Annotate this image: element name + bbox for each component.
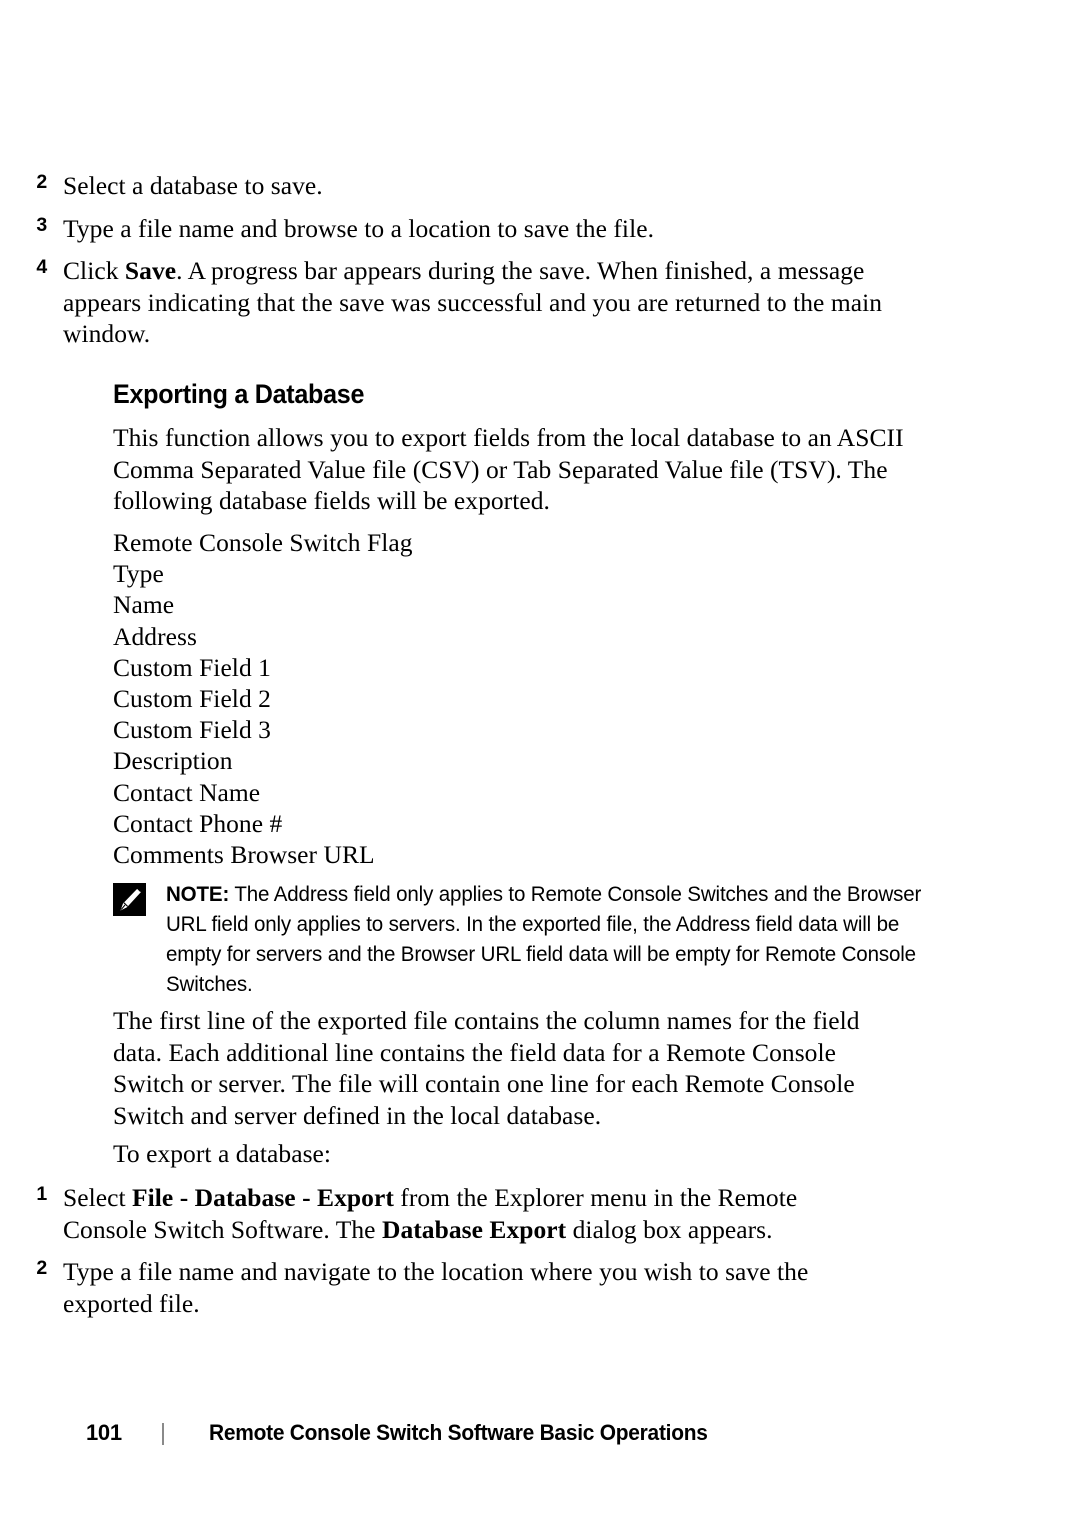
step-text-bold: Save xyxy=(124,256,177,285)
step-text-after: . A progress bar appears during the save… xyxy=(63,256,883,348)
step-text-after: dialog box appears. xyxy=(566,1214,773,1244)
step-number: 4 xyxy=(36,256,47,278)
export-steps-section: 1 Select File - Database - Export from t… xyxy=(0,1182,1080,1330)
footer-divider xyxy=(162,1423,164,1445)
note-callout: NOTE: The Address field only applies to … xyxy=(103,879,966,999)
save-steps-section: 2 Select a database to save. 3 Type a fi… xyxy=(0,170,1080,361)
export-lead-in: To export a database: xyxy=(113,1139,332,1168)
page-footer: 101 Remote Console Switch Software Basic… xyxy=(0,1420,1080,1460)
save-steps-list: 2 Select a database to save. 3 Type a fi… xyxy=(0,170,1080,350)
step-text: Click Save. A progress bar appears durin… xyxy=(63,255,899,350)
after-note-paragraph: The first line of the exported file cont… xyxy=(113,1006,860,1130)
step-text-bold-2: Database Export xyxy=(381,1214,567,1244)
step-number: 2 xyxy=(36,171,47,193)
list-item: 2 Select a database to save. xyxy=(0,170,899,202)
step-text: Select a database to save. xyxy=(63,171,323,200)
step-text-bold: File - Database - Export xyxy=(132,1183,394,1212)
section-intro-paragraph: This function allows you to export field… xyxy=(113,423,904,515)
list-item: Description xyxy=(113,746,233,776)
list-item: 3 Type a file name and browse to a locat… xyxy=(0,213,899,245)
list-item: Contact Phone # xyxy=(113,808,283,838)
step-text: Type a file name and browse to a locatio… xyxy=(63,213,654,243)
step-number: 2 xyxy=(36,1257,47,1279)
document-page: 2 Select a database to save. 3 Type a fi… xyxy=(0,0,1080,1529)
page-title: Exporting a Database xyxy=(113,379,365,409)
step-text-before: Select xyxy=(63,1183,133,1212)
list-item: Remote Console Switch Flag xyxy=(113,528,413,557)
footer-title: Remote Console Switch Software Basic Ope… xyxy=(209,1420,708,1445)
footer-page-number: 101 xyxy=(86,1420,122,1445)
step-text: Type a file name and navigate to the loc… xyxy=(63,1257,809,1318)
list-item: Address xyxy=(113,621,197,651)
step-number: 3 xyxy=(36,213,47,236)
note-pencil-icon xyxy=(113,883,146,916)
list-item: 1 Select File - Database - Export from t… xyxy=(0,1182,883,1245)
list-item: Custom Field 2 xyxy=(113,684,271,714)
list-item: Comments Browser URL xyxy=(113,840,375,870)
list-item: Name xyxy=(113,590,175,620)
step-text-before: Click xyxy=(63,256,125,285)
step-number: 1 xyxy=(36,1183,47,1205)
note-body: The Address field only applies to Remote… xyxy=(166,882,922,996)
list-item: Custom Field 3 xyxy=(113,715,271,745)
list-item: 4 Click Save. A progress bar appears dur… xyxy=(0,255,899,350)
note-label: NOTE: xyxy=(166,882,230,906)
list-item: Type xyxy=(113,559,164,589)
list-item: 2 Type a file name and navigate to the l… xyxy=(0,1256,883,1319)
step-text: Select File - Database - Export from the… xyxy=(63,1182,883,1245)
list-item: Custom Field 1 xyxy=(113,652,271,682)
export-steps-list: 1 Select File - Database - Export from t… xyxy=(0,1182,1080,1319)
list-item: Contact Name xyxy=(113,777,261,807)
exported-fields-list: Remote Console Switch Flag Type Name Add… xyxy=(113,527,413,870)
note-text: NOTE: The Address field only applies to … xyxy=(166,879,930,999)
